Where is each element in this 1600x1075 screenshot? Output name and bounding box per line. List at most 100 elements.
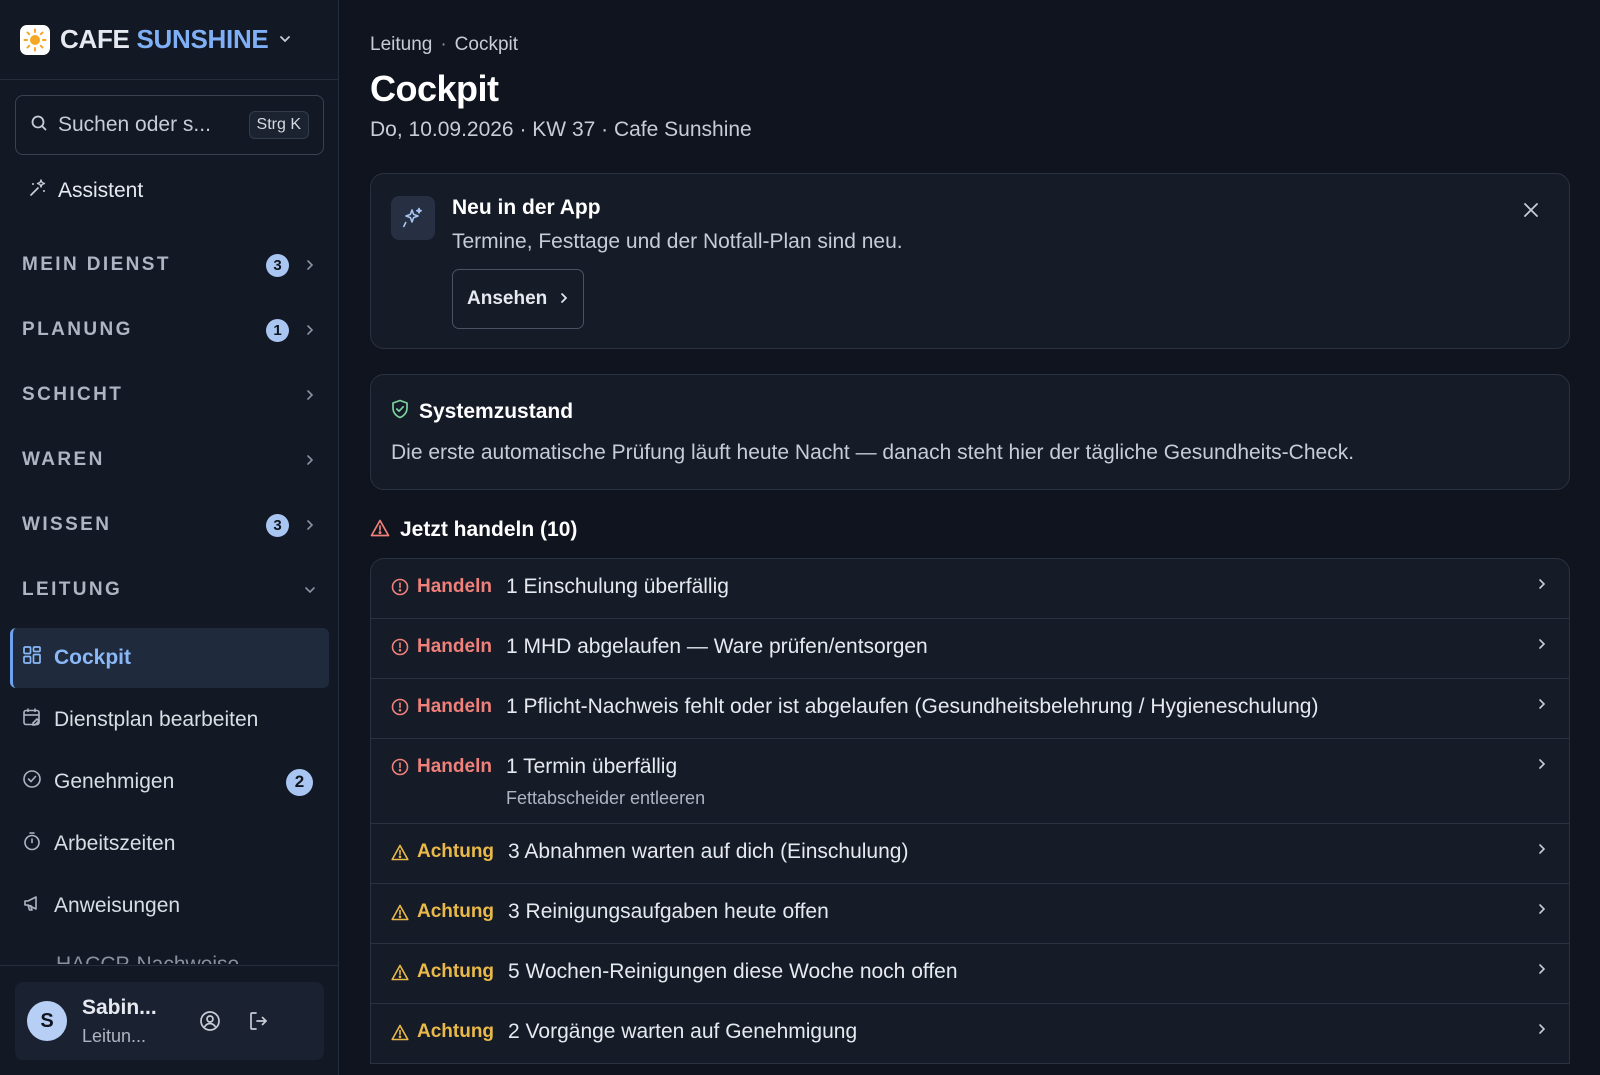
chevron-right-icon <box>303 259 317 271</box>
avatar[interactable]: S <box>27 1001 67 1041</box>
chevron-right-icon <box>1537 637 1547 656</box>
action-body: 1 Pflicht-Nachweis fehlt oder ist abgela… <box>506 695 1318 719</box>
search-shortcut-badge: Strg K <box>248 111 309 139</box>
action-item[interactable]: Achtung 2 Vorgänge warten auf Genehmigun… <box>371 1004 1569 1064</box>
action-item[interactable]: Handeln 1 MHD abgelaufen — Ware prüfen/e… <box>371 619 1569 679</box>
sidebar-item-dienstplan[interactable]: Dienstplan bearbeiten <box>10 690 329 750</box>
chevron-right-icon <box>1537 962 1547 981</box>
breadcrumb-item-cockpit: Cockpit <box>454 34 519 55</box>
sidebar-item-arbeitszeiten[interactable]: Arbeitszeiten <box>10 814 329 874</box>
section-label: LEITUNG <box>22 579 123 600</box>
section-wissen[interactable]: WISSEN 3 <box>22 510 317 540</box>
breadcrumb-separator: · <box>440 34 447 55</box>
chevron-right-icon <box>1537 842 1547 861</box>
news-title: Neu in der App <box>452 196 601 219</box>
chevron-right-icon <box>303 324 317 336</box>
action-text: 1 Termin überfällig <box>505 755 678 778</box>
warning-triangle-icon <box>391 962 409 982</box>
check-circle-icon <box>22 769 42 795</box>
severity-label: Achtung <box>417 841 495 862</box>
section-label: SCHICHT <box>22 384 124 405</box>
chevron-right-icon <box>303 389 317 401</box>
section-label: PLANUNG <box>22 319 133 340</box>
section-label: WISSEN <box>22 514 112 535</box>
system-status-header: Systemzustand <box>391 399 573 424</box>
action-text: 1 Einschulung überfällig <box>505 575 729 598</box>
brand-name-part1: CAFE <box>60 24 130 54</box>
user-card: S Sabin... Leitun... <box>15 982 324 1060</box>
chevron-right-icon <box>1537 697 1547 716</box>
count-badge: 2 <box>286 768 313 796</box>
stopwatch-icon <box>22 831 42 857</box>
chevron-right-icon <box>559 288 569 310</box>
action-text: 1 Pflicht-Nachweis fehlt oder ist abgela… <box>505 695 1319 718</box>
warning-triangle-icon <box>391 902 409 922</box>
chevron-right-icon <box>1537 577 1547 596</box>
severity-label: Achtung <box>417 901 495 922</box>
logout-icon[interactable] <box>238 1001 278 1041</box>
warning-triangle-icon <box>391 1022 409 1042</box>
brand-name-part2: SUNSHINE <box>136 24 269 54</box>
megaphone-icon <box>22 893 42 919</box>
action-body: 1 Termin überfällig Fettabscheider entle… <box>506 755 705 809</box>
action-item[interactable]: Handeln 1 Termin überfällig Fettabscheid… <box>371 739 1569 824</box>
action-item[interactable]: Achtung 5 Wochen-Reinigungen diese Woche… <box>371 944 1569 1004</box>
brand-switcher[interactable]: CAFE SUNSHINE <box>0 0 338 80</box>
action-subtext: Fettabscheider entleeren <box>505 788 706 808</box>
action-body: 5 Wochen-Reinigungen diese Woche noch of… <box>508 960 957 984</box>
action-text: 1 MHD abgelaufen — Ware prüfen/entsorgen <box>505 635 928 658</box>
action-item[interactable]: Handeln 1 Pflicht-Nachweis fehlt oder is… <box>371 679 1569 739</box>
alert-circle-icon <box>391 757 409 777</box>
severity-label: Handeln <box>417 756 492 777</box>
section-mein-dienst[interactable]: MEIN DIENST 3 <box>22 250 317 280</box>
count-badge: 1 <box>266 318 289 342</box>
breadcrumb: Leitung · Cockpit <box>370 34 518 56</box>
user-role: Leitun... <box>82 1025 147 1046</box>
sidebar-item-label: Dienstplan bearbeiten <box>54 708 259 731</box>
action-list: Handeln 1 Einschulung überfällig Handeln… <box>370 558 1570 1064</box>
breadcrumb-item-leitung[interactable]: Leitung <box>370 34 432 56</box>
brand-name: CAFE SUNSHINE <box>60 24 269 55</box>
action-item[interactable]: Achtung 3 Reinigungsaufgaben heute offen <box>371 884 1569 944</box>
news-card: Neu in der App Termine, Festtage und der… <box>370 173 1570 349</box>
sidebar-item-genehmigen[interactable]: Genehmigen 2 <box>10 752 329 812</box>
action-item[interactable]: Achtung 3 Abnahmen warten auf dich (Eins… <box>371 824 1569 884</box>
sun-logo-icon <box>20 24 50 55</box>
chevron-right-icon <box>1537 757 1547 776</box>
assistant-label: Assistent <box>58 179 144 202</box>
sparkles-icon <box>391 196 435 240</box>
alert-circle-icon <box>391 577 409 597</box>
chevron-right-icon <box>1537 902 1547 921</box>
alert-circle-icon <box>391 697 409 717</box>
actions-header: Jetzt handeln (10) <box>370 518 577 542</box>
profile-icon[interactable] <box>190 1001 230 1041</box>
close-icon[interactable] <box>1523 202 1539 223</box>
sidebar-item-anweisungen[interactable]: Anweisungen <box>10 876 329 936</box>
section-leitung[interactable]: LEITUNG <box>22 575 317 605</box>
section-planung[interactable]: PLANUNG 1 <box>22 315 317 345</box>
severity-label: Handeln <box>417 696 492 717</box>
assistant-link[interactable]: Assistent <box>28 178 143 204</box>
sidebar-item-haccp[interactable]: HACCP-Nachweise <box>22 950 239 964</box>
sidebar-item-label: Cockpit <box>54 646 132 669</box>
shield-check-icon <box>391 399 409 424</box>
action-body: 2 Vorgänge warten auf Genehmigung <box>508 1020 857 1044</box>
chevron-right-icon <box>303 519 317 531</box>
count-badge: 3 <box>266 513 289 537</box>
section-schicht[interactable]: SCHICHT <box>22 380 317 410</box>
calendar-edit-icon <box>22 707 42 733</box>
action-text: 3 Reinigungsaufgaben heute offen <box>508 900 829 923</box>
sidebar-item-label: Anweisungen <box>54 894 181 917</box>
sidebar-item-cockpit[interactable]: Cockpit <box>10 628 329 688</box>
view-news-button[interactable]: Ansehen <box>452 269 585 329</box>
action-body: 1 MHD abgelaufen — Ware prüfen/entsorgen <box>506 635 928 659</box>
search-input[interactable]: Suchen oder s... Strg K <box>15 95 324 155</box>
severity-label: Handeln <box>417 576 492 597</box>
action-item[interactable]: Handeln 1 Einschulung überfällig <box>371 559 1569 619</box>
system-status-title: Systemzustand <box>419 399 574 423</box>
section-waren[interactable]: WAREN <box>22 445 317 475</box>
severity-label: Achtung <box>417 961 495 982</box>
alert-circle-icon <box>391 637 409 657</box>
section-label: WAREN <box>22 449 105 470</box>
count-badge: 3 <box>266 253 289 277</box>
